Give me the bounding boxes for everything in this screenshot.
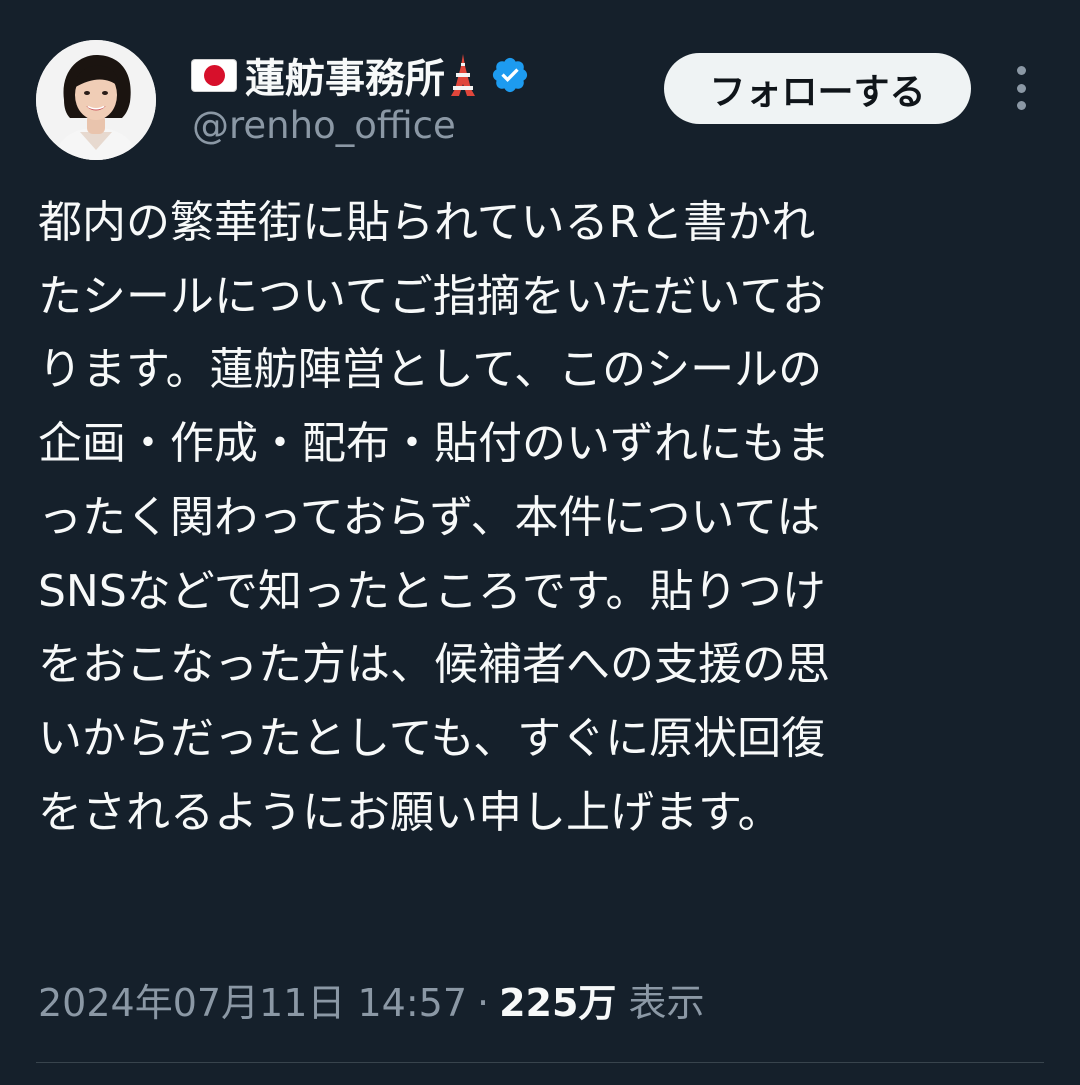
tweet-card: 蓮舫事務所 @renho_office フォローする 都内の繁華街に貼られている…: [0, 0, 1080, 1085]
tweet-text-line: ったく関わっておらず、本件については: [38, 491, 821, 543]
tweet-meta: 2024年07月11日 14:57 · 225万 表示: [38, 972, 704, 1027]
verified-badge-icon[interactable]: [490, 55, 530, 95]
view-count: 225万: [499, 981, 617, 1025]
japan-flag-icon: [192, 59, 236, 91]
tweet-text-line: 都内の繁華街に貼られているRと書かれ: [38, 197, 816, 248]
author-name-row[interactable]: 蓮舫事務所: [192, 46, 530, 104]
follow-button[interactable]: フォローする: [664, 53, 971, 124]
tweet-timestamp[interactable]: 2024年07月11日 14:57: [38, 972, 467, 1027]
tweet-text: 都内の繁華街に貼られているRと書かれ たシールについてご指摘をいただいてお りま…: [38, 186, 1048, 849]
tweet-text-line: をされるようにお願い申し上げます。: [38, 786, 782, 838]
more-dot: [1016, 83, 1026, 93]
avatar[interactable]: [36, 40, 156, 160]
view-count-label: 表示: [628, 981, 705, 1025]
tweet-text-line: をおこなった方は、候補者への支援の思: [38, 639, 830, 691]
meta-separator: ·: [477, 981, 490, 1025]
more-dot: [1016, 66, 1026, 75]
avatar-photo: [36, 40, 156, 160]
tweet-text-line: いからだったとしても、すぐに原状回復: [38, 712, 826, 764]
tweet-text-line: 企画・作成・配布・貼付のいずれにもま: [38, 418, 830, 470]
more-vertical-icon[interactable]: [1001, 66, 1041, 110]
tweet-text-line: ります。蓮舫陣営として、このシールの: [38, 344, 823, 396]
tokyo-tower-icon: [451, 54, 475, 96]
author-handle[interactable]: @renho_office: [192, 104, 456, 147]
display-name[interactable]: 蓮舫事務所: [245, 46, 445, 104]
more-dot: [1016, 101, 1026, 110]
divider: [36, 1062, 1044, 1063]
tweet-text-line: SNSなどで知ったところです。貼りつけ: [38, 565, 826, 617]
tweet-text-line: たシールについてご指摘をいただいてお: [38, 270, 827, 322]
